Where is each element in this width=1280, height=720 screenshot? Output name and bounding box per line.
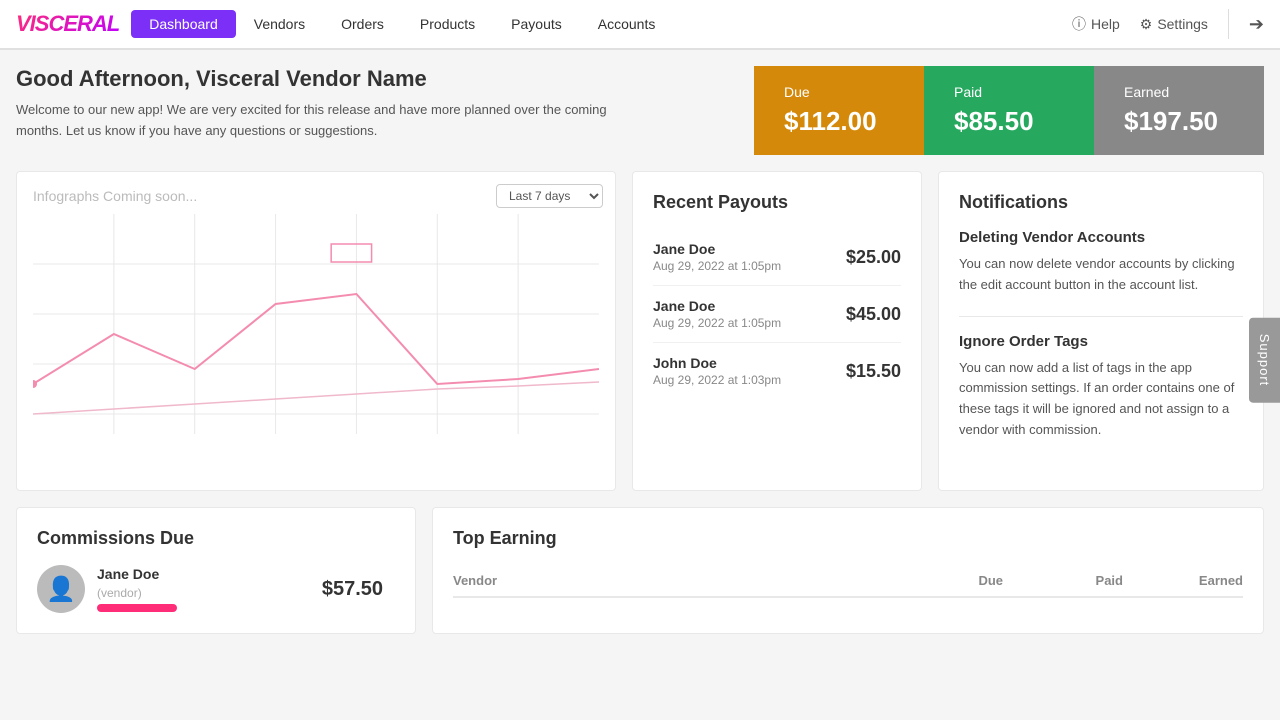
bottom-row: Commissions Due 👤 Jane Doe (vendor) $57.…	[16, 507, 1264, 634]
notification-title-0: Deleting Vendor Accounts	[959, 229, 1243, 246]
col-vendor: Vendor	[453, 573, 883, 588]
stat-cards: Due $112.00 Paid $85.50 Earned $197.50	[754, 66, 1264, 155]
payout-amount-0: $25.00	[846, 247, 901, 268]
commissions-panel: Commissions Due 👤 Jane Doe (vendor) $57.…	[16, 507, 416, 634]
payout-item-0: Jane Doe Aug 29, 2022 at 1:05pm $25.00	[653, 229, 901, 286]
nav-right: ⓘ Help ⚙ Settings ➔	[1072, 9, 1264, 39]
stat-due-value: $112.00	[784, 106, 894, 137]
payout-name-2: John Doe	[653, 355, 781, 371]
help-button[interactable]: ⓘ Help	[1072, 14, 1120, 34]
notification-text-0: You can now delete vendor accounts by cl…	[959, 254, 1243, 296]
payout-date-0: Aug 29, 2022 at 1:05pm	[653, 259, 781, 273]
chart-controls: Last 7 days Last 30 days Last 90 days	[496, 184, 603, 208]
payout-item-2: John Doe Aug 29, 2022 at 1:03pm $15.50	[653, 343, 901, 399]
payout-date-1: Aug 29, 2022 at 1:05pm	[653, 316, 781, 330]
stat-paid-value: $85.50	[954, 106, 1064, 137]
avatar: 👤	[37, 565, 85, 613]
user-icon: 👤	[46, 575, 76, 604]
navbar: VISCERAL Dashboard Vendors Orders Produc…	[0, 0, 1280, 50]
settings-label: Settings	[1157, 16, 1208, 32]
top-row: Good Afternoon, Visceral Vendor Name Wel…	[16, 66, 1264, 155]
nav-products[interactable]: Products	[402, 10, 493, 38]
commission-sub-0: (vendor)	[97, 586, 177, 600]
notification-item-0: Deleting Vendor Accounts You can now del…	[959, 229, 1243, 296]
payout-date-2: Aug 29, 2022 at 1:03pm	[653, 373, 781, 387]
nav-orders[interactable]: Orders	[323, 10, 402, 38]
payout-item-1: Jane Doe Aug 29, 2022 at 1:05pm $45.00	[653, 286, 901, 343]
panels-row: Infographs Coming soon... Last 7 days La…	[16, 171, 1264, 491]
col-paid: Paid	[1003, 573, 1123, 588]
top-earning-panel: Top Earning Vendor Due Paid Earned	[432, 507, 1264, 634]
col-earned: Earned	[1123, 573, 1243, 588]
commissions-title: Commissions Due	[37, 528, 395, 549]
greeting-section: Good Afternoon, Visceral Vendor Name Wel…	[16, 66, 616, 142]
notification-title-1: Ignore Order Tags	[959, 333, 1243, 350]
help-icon: ⓘ	[1072, 14, 1086, 34]
nav-dashboard[interactable]: Dashboard	[131, 10, 236, 38]
stat-earned: Earned $197.50	[1094, 66, 1264, 155]
chart-panel: Infographs Coming soon... Last 7 days La…	[16, 171, 616, 491]
commission-progress-bar	[97, 604, 177, 612]
chart-label: Infographs Coming soon...	[33, 188, 197, 204]
commission-amount-0: $57.50	[322, 578, 383, 601]
top-earning-title: Top Earning	[453, 528, 1243, 549]
greeting-title: Good Afternoon, Visceral Vendor Name	[16, 66, 616, 92]
col-due: Due	[883, 573, 1003, 588]
notification-item-1: Ignore Order Tags You can now add a list…	[959, 333, 1243, 441]
stat-paid: Paid $85.50	[924, 66, 1094, 155]
commission-info: Jane Doe (vendor)	[97, 566, 177, 612]
payouts-title: Recent Payouts	[653, 192, 901, 213]
stat-due: Due $112.00	[754, 66, 924, 155]
stat-earned-value: $197.50	[1124, 106, 1234, 137]
stat-due-label: Due	[784, 84, 894, 100]
main-content: Good Afternoon, Visceral Vendor Name Wel…	[0, 50, 1280, 650]
commission-item-0: 👤 Jane Doe (vendor) $57.50	[37, 565, 395, 613]
chart-period-select[interactable]: Last 7 days Last 30 days Last 90 days	[496, 184, 603, 208]
notification-divider	[959, 316, 1243, 317]
chart-area	[33, 214, 599, 434]
payout-name-1: Jane Doe	[653, 298, 781, 314]
payout-amount-2: $15.50	[846, 361, 901, 382]
nav-divider	[1228, 9, 1229, 39]
greeting-text: Welcome to our new app! We are very exci…	[16, 100, 616, 142]
nav-accounts[interactable]: Accounts	[580, 10, 674, 38]
logo: VISCERAL	[16, 11, 119, 37]
support-tab[interactable]: Support	[1249, 318, 1280, 403]
notification-text-1: You can now add a list of tags in the ap…	[959, 358, 1243, 441]
stat-paid-label: Paid	[954, 84, 1064, 100]
table-header: Vendor Due Paid Earned	[453, 565, 1243, 598]
notifications-title: Notifications	[959, 192, 1243, 213]
commission-name-0: Jane Doe	[97, 566, 177, 582]
settings-button[interactable]: ⚙ Settings	[1140, 16, 1208, 33]
gear-icon: ⚙	[1140, 16, 1153, 33]
nav-payouts[interactable]: Payouts	[493, 10, 580, 38]
help-label: Help	[1091, 16, 1120, 32]
payout-name-0: Jane Doe	[653, 241, 781, 257]
payouts-panel: Recent Payouts Jane Doe Aug 29, 2022 at …	[632, 171, 922, 491]
stat-earned-label: Earned	[1124, 84, 1234, 100]
nav-vendors[interactable]: Vendors	[236, 10, 323, 38]
payout-amount-1: $45.00	[846, 304, 901, 325]
expand-button[interactable]: ➔	[1249, 14, 1264, 35]
notifications-panel: Notifications Deleting Vendor Accounts Y…	[938, 171, 1264, 491]
